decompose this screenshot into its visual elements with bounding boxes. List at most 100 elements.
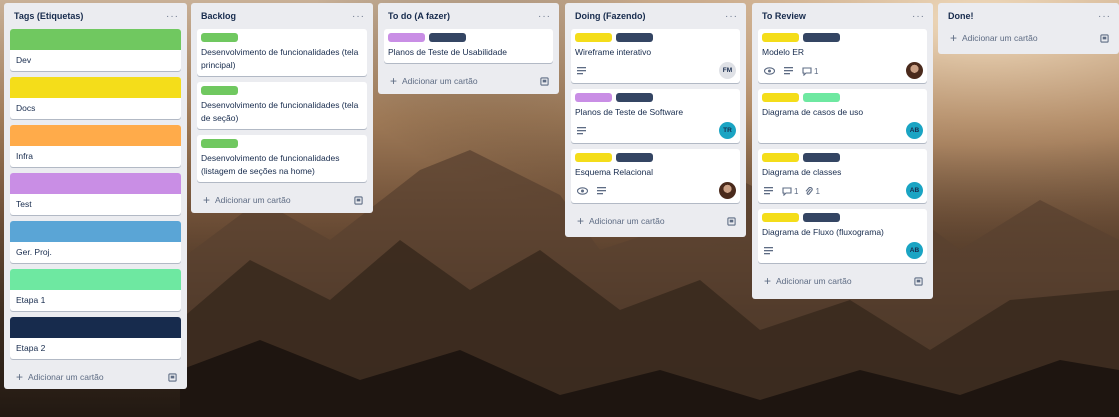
card-badges	[571, 183, 740, 203]
card[interactable]: Planos de Teste de Usabilidade	[384, 29, 553, 63]
add-card-button[interactable]: + Adicionar um cartão	[10, 365, 181, 389]
attachment-count: 1	[815, 186, 820, 196]
card-title: Diagrama de classes	[762, 167, 842, 177]
list-title[interactable]: To Review	[762, 11, 806, 21]
tag-card-infra[interactable]: Infra	[10, 125, 181, 167]
label-etapa-1[interactable]	[803, 93, 840, 102]
card[interactable]: Desenvolvimento de funcionalidades (tela…	[197, 82, 367, 129]
description-icon	[577, 127, 588, 135]
label-docs[interactable]	[575, 33, 612, 42]
label-etapa-2[interactable]	[803, 153, 840, 162]
card[interactable]: Desenvolvimento de funcionalidades (tela…	[197, 29, 367, 76]
add-card-button[interactable]: + Adicionar um cartão	[571, 209, 740, 233]
member-avatar[interactable]: TR	[719, 122, 736, 139]
add-card-label: Adicionar um cartão	[402, 76, 478, 86]
label-docs[interactable]	[762, 33, 799, 42]
list-menu-icon[interactable]: ···	[1098, 11, 1111, 22]
card-title: Desenvolvimento de funcionalidades (tela…	[201, 47, 359, 70]
label-etapa-2[interactable]	[616, 33, 653, 42]
label-etapa-2[interactable]	[429, 33, 466, 42]
label-etapa-2[interactable]	[616, 93, 653, 102]
card[interactable]: Diagrama de Fluxo (fluxograma) AB	[758, 209, 927, 263]
label-docs[interactable]	[762, 153, 799, 162]
label-test[interactable]	[575, 93, 612, 102]
label-etapa-2[interactable]	[803, 213, 840, 222]
member-avatar[interactable]: FM	[719, 62, 736, 79]
label-dev[interactable]	[201, 139, 238, 148]
member-avatar[interactable]: AB	[906, 182, 923, 199]
list-menu-icon[interactable]: ···	[912, 11, 925, 22]
label-etapa-2[interactable]	[616, 153, 653, 162]
card-title: Desenvolvimento de funcionalidades (list…	[201, 153, 340, 176]
comment-count: 1	[814, 66, 819, 76]
tag-name: Docs	[16, 103, 36, 113]
tag-card-dev[interactable]: Dev	[10, 29, 181, 71]
card[interactable]: Diagrama de casos de uso AB	[758, 89, 927, 143]
label-docs[interactable]	[575, 153, 612, 162]
tag-card-etapa-1[interactable]: Etapa 1	[10, 269, 181, 311]
card-template-icon[interactable]	[914, 276, 923, 286]
add-card-label: Adicionar um cartão	[589, 216, 665, 226]
label-etapa-2[interactable]	[803, 33, 840, 42]
card[interactable]: Esquema Relacional	[571, 149, 740, 203]
card-template-icon[interactable]	[1100, 33, 1109, 43]
list-tags: Tags (Etiquetas) ··· Dev Docs Infra Test…	[4, 3, 187, 389]
label-dev[interactable]	[201, 33, 238, 42]
plus-icon: +	[390, 74, 398, 88]
card-template-icon[interactable]	[168, 372, 177, 382]
card-template-icon[interactable]	[540, 76, 549, 86]
comment-badge: 1	[782, 187, 798, 196]
list-title[interactable]: Doing (Fazendo)	[575, 11, 646, 21]
list-title[interactable]: To do (A fazer)	[388, 11, 450, 21]
list-menu-icon[interactable]: ···	[725, 11, 738, 22]
tag-card-docs[interactable]: Docs	[10, 77, 181, 119]
add-card-label: Adicionar um cartão	[215, 195, 291, 205]
card[interactable]: Planos de Teste de Software TR	[571, 89, 740, 143]
tag-card-ger-proj[interactable]: Ger. Proj.	[10, 221, 181, 263]
label-dev[interactable]	[201, 86, 238, 95]
list-title[interactable]: Backlog	[201, 11, 236, 21]
member-avatar-photo[interactable]	[719, 182, 736, 199]
card-template-icon[interactable]	[727, 216, 736, 226]
list-header: Doing (Fazendo) ···	[571, 3, 740, 29]
list-title[interactable]: Tags (Etiquetas)	[14, 11, 83, 21]
list-header: Backlog ···	[197, 3, 367, 29]
plus-icon: +	[203, 193, 211, 207]
list-menu-icon[interactable]: ···	[538, 11, 551, 22]
card-labels	[758, 29, 927, 43]
member-avatar[interactable]: AB	[906, 242, 923, 259]
member-avatar-photo[interactable]	[906, 62, 923, 79]
add-card-button[interactable]: + Adicionar um cartão	[384, 69, 553, 93]
label-test[interactable]	[388, 33, 425, 42]
list-menu-icon[interactable]: ···	[352, 11, 365, 22]
list-menu-icon[interactable]: ···	[166, 11, 179, 22]
member-avatar[interactable]: AB	[906, 122, 923, 139]
add-card-button[interactable]: + Adicionar um cartão	[197, 188, 367, 212]
tag-card-etapa-2[interactable]: Etapa 2	[10, 317, 181, 359]
card-labels	[197, 135, 367, 149]
card[interactable]: Modelo ER 1	[758, 29, 927, 83]
tag-color	[10, 173, 181, 194]
list-title[interactable]: Done!	[948, 11, 974, 21]
plus-icon: +	[577, 214, 585, 228]
card-template-icon[interactable]	[354, 195, 363, 205]
label-docs[interactable]	[762, 213, 799, 222]
label-docs[interactable]	[762, 93, 799, 102]
card-labels	[197, 82, 367, 96]
list-header: To Review ···	[758, 3, 927, 29]
card[interactable]: Diagrama de classes 1 1 AB	[758, 149, 927, 203]
comment-icon	[802, 66, 812, 76]
card[interactable]: Wireframe interativo FM	[571, 29, 740, 83]
description-icon	[764, 187, 775, 195]
list-backlog: Backlog ··· Desenvolvimento de funcional…	[191, 3, 373, 213]
tag-color	[10, 269, 181, 290]
list-doing: Doing (Fazendo) ··· Wireframe interativo…	[565, 3, 746, 237]
card-labels	[384, 29, 553, 43]
add-card-button[interactable]: + Adicionar um cartão	[758, 269, 927, 293]
card-labels	[758, 149, 927, 163]
add-card-button[interactable]: + Adicionar um cartão	[944, 26, 1113, 50]
card-labels	[571, 29, 740, 43]
tag-card-test[interactable]: Test	[10, 173, 181, 215]
card[interactable]: Desenvolvimento de funcionalidades (list…	[197, 135, 367, 182]
paperclip-icon	[806, 186, 814, 195]
